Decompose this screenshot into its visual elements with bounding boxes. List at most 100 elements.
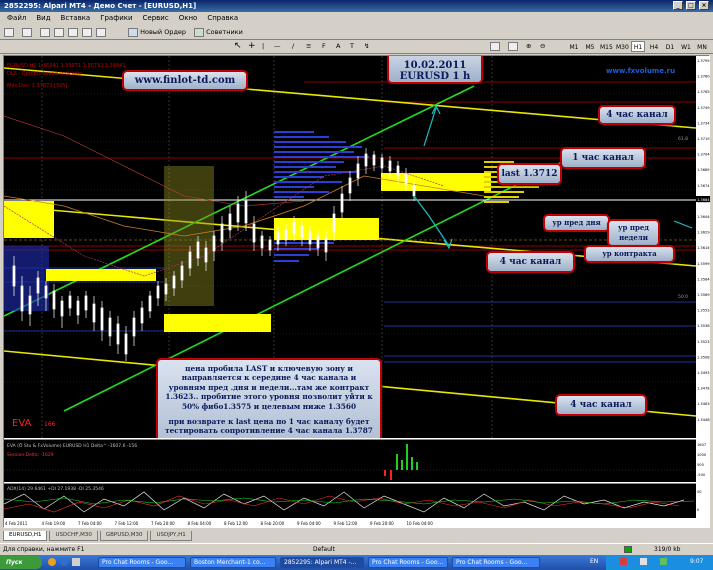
task-chat-3[interactable]: Pro Chat Rooms - Goo... [452, 557, 540, 568]
status-traffic: 319/0 kb [654, 546, 681, 553]
navigator-icon[interactable] [68, 27, 78, 38]
tf-h1[interactable]: H1 [631, 41, 645, 52]
title-bar: 2852295: Alpari MT4 - Демо Счет - [EURUS… [0, 0, 713, 12]
tray-icon-3[interactable] [660, 558, 667, 565]
candles-icon[interactable] [508, 41, 518, 52]
task-chat-1[interactable]: Pro Chat Rooms - Goo... [98, 557, 186, 568]
task-mt4[interactable]: 2852295: Alpari MT4 -... [280, 557, 364, 568]
task-boston-merchant[interactable]: Boston Merchant-1 co... [190, 557, 276, 568]
price-tick-label: 1.36895 [697, 168, 710, 172]
zoom-in-icon[interactable]: ⊕ [526, 41, 531, 52]
maximize-button[interactable]: □ [686, 1, 696, 10]
price-tick-label: 1.35690 [697, 293, 710, 297]
menu-help[interactable]: Справка [202, 12, 243, 25]
quicklaunch-browser-icon[interactable] [48, 558, 56, 566]
menu-insert[interactable]: Вставка [56, 12, 96, 25]
zoom-out-icon[interactable]: ⊖ [540, 41, 545, 52]
price-tick-label: 1.36290 [697, 231, 710, 235]
text-icon[interactable]: A [336, 41, 340, 52]
price-chart[interactable]: EURUSD,H1 1.36941 1.36971 1.36792 1.3684… [4, 56, 696, 438]
price-tick-label: 1.35085 [697, 355, 710, 359]
data-window-icon[interactable] [54, 27, 64, 38]
sub2-tick-label: 0 [697, 508, 700, 512]
new-order-button[interactable]: Новый Ордер [128, 27, 186, 38]
profiles-icon[interactable] [22, 27, 32, 38]
vertical-line-icon[interactable]: | [262, 41, 264, 52]
adx-subwindow[interactable]: ADX(14) 29.6461 +DI 27.1938 -DI 25.3546 [3, 483, 696, 518]
menu-file[interactable]: Файл [2, 12, 31, 25]
quicklaunch-desktop-icon[interactable] [72, 558, 80, 566]
bar-chart-icon[interactable] [490, 41, 500, 52]
minimize-button[interactable]: _ [673, 1, 683, 10]
tab-gbpusd-m30[interactable]: GBPUSD,M30 [99, 531, 149, 541]
time-tick-label: 7 Feb 04:00 [78, 521, 102, 526]
eva-label: EVA [12, 418, 32, 429]
tray-icon-2[interactable] [640, 558, 647, 565]
sub1-label: EVA (Ö Stu & FxVolume) EURUSD H1 Delta^ … [7, 442, 137, 449]
analysis-text-2: при возврате к last цена по 1 час каналу… [165, 417, 373, 436]
sub2-tick-label: 50 [697, 490, 702, 494]
menu-charts[interactable]: Графики [95, 12, 137, 25]
time-tick-label: 8 Feb 04:00 [188, 521, 212, 526]
callout-4h-channel-bottom-text: 4 час канал [570, 400, 632, 410]
trendline-icon[interactable]: / [292, 41, 294, 52]
start-button[interactable]: Пуск [0, 556, 42, 569]
menu-tools[interactable]: Сервис [138, 12, 174, 25]
fibo-icon[interactable]: F [322, 41, 326, 52]
charts-toolbar: ↖ + | — / ≡ F A T ↯ ⊕ ⊖ M1 M5 M15 M30 H1… [0, 40, 713, 54]
date-label: 10.02.2011 [403, 60, 467, 71]
tf-d1[interactable]: D1 [663, 41, 677, 52]
chart-window[interactable]: EURUSD,H1 1.36941 1.36971 1.36792 1.3684… [3, 55, 713, 528]
horizontal-line-icon[interactable]: — [274, 41, 281, 52]
tab-usdchf-m30[interactable]: USDCHF,M30 [49, 531, 98, 541]
sub1-tick-label: 1607 [697, 443, 706, 447]
channel-icon[interactable]: ≡ [306, 41, 311, 52]
time-tick-label: 4 Feb 2011 [5, 521, 28, 526]
tab-eurusd-h1[interactable]: EURUSD,H1 [3, 531, 48, 541]
time-tick-label: 10 Feb 04:00 [407, 521, 434, 526]
strategy-tester-icon[interactable] [96, 27, 106, 38]
price-tick-label: 1.35535 [697, 309, 710, 313]
tf-m1[interactable]: M1 [567, 41, 581, 52]
tf-m30[interactable]: M30 [615, 41, 629, 52]
callout-last: last 1.3712 [497, 163, 562, 185]
taskbar: Пуск Pro Chat Rooms - Goo... Boston Merc… [0, 555, 713, 570]
price-tick-label: 1.36745 [697, 184, 710, 188]
site-left-callout: www.finlot-td.com [122, 70, 248, 91]
language-indicator[interactable]: EN [590, 558, 598, 565]
tf-mn[interactable]: MN [695, 41, 709, 52]
price-scale[interactable]: 1.37950 1.37800 1.37650 1.37495 1.37345 1.371… [696, 56, 713, 528]
time-axis: 4 Feb 2011 4 Feb 19:00 7 Feb 04:00 7 Feb 12… [4, 518, 696, 528]
analysis-callout: цена пробила LAST и ключевую зону и напр… [156, 358, 382, 438]
eva-delta-subwindow[interactable]: EVA (Ö Stu & FxVolume) EURUSD H1 Delta^ … [4, 439, 696, 482]
sub1-tick-label: -500 [697, 473, 706, 477]
sub2-label: ADX(14) 29.6461 +DI 27.1938 -DI 25.3546 [7, 486, 104, 492]
price-scale-canvas: 1.37950 1.37800 1.37650 1.37495 1.37345 1.371… [696, 59, 713, 512]
cursor-icon[interactable]: ↖ [234, 41, 242, 52]
menu-window[interactable]: Окно [174, 12, 203, 25]
sub1-tick-label: 500 [697, 463, 705, 467]
tab-usdjpy-h1[interactable]: USDJPY,H1 [150, 531, 192, 541]
close-button[interactable]: × [699, 1, 709, 10]
adx-canvas: ADX(14) 29.6461 +DI 27.1938 -DI 25.3546 [3, 486, 695, 513]
tf-m15[interactable]: M15 [599, 41, 613, 52]
tray-icon-1[interactable] [620, 558, 627, 565]
new-chart-icon[interactable] [4, 27, 14, 38]
quicklaunch-ie-icon[interactable] [60, 558, 68, 566]
task-chat-2[interactable]: Pro Chat Rooms - Goo... [368, 557, 448, 568]
arrows-icon[interactable]: ↯ [364, 41, 369, 52]
price-tick-label: 1.37045 [697, 153, 710, 157]
callout-prev-week-text: ур пред недели [618, 223, 649, 242]
tf-m5[interactable]: M5 [583, 41, 597, 52]
experts-button[interactable]: Советники [194, 27, 243, 38]
crosshair-icon[interactable]: + [248, 41, 256, 52]
menu-view[interactable]: Вид [31, 12, 55, 25]
tf-h4[interactable]: H4 [647, 41, 661, 52]
market-watch-icon[interactable] [40, 27, 50, 38]
label-icon[interactable]: T [350, 41, 354, 52]
terminal-icon[interactable] [82, 27, 92, 38]
status-profile: Default [313, 546, 335, 553]
standard-toolbar: Новый Ордер Советники [0, 25, 713, 40]
price-tick-label: 1.34630 [697, 402, 710, 406]
tf-w1[interactable]: W1 [679, 41, 693, 52]
